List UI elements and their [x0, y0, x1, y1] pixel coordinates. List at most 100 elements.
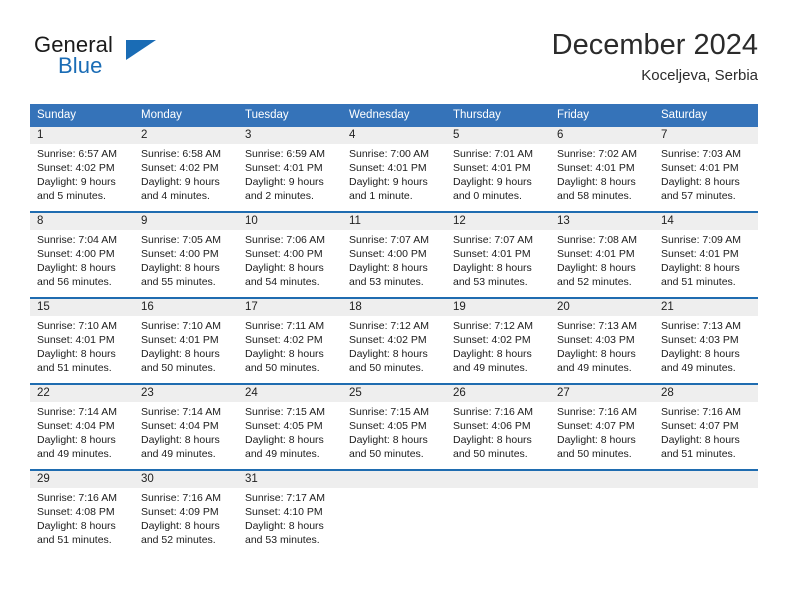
day-cell-empty	[654, 469, 758, 555]
sunrise-text: Sunrise: 7:09 AM	[661, 234, 741, 246]
day-number: 4	[342, 127, 446, 144]
daylight-text-line1: Daylight: 9 hours	[37, 176, 116, 188]
sunrise-text: Sunrise: 7:16 AM	[141, 492, 221, 504]
daylight-text-line2: and 49 minutes.	[453, 362, 528, 374]
day-cell[interactable]: 19 Sunrise: 7:12 AM Sunset: 4:02 PM Dayligh…	[446, 297, 550, 384]
daylight-text-line2: and 58 minutes.	[557, 190, 632, 202]
daylight-text-line1: Daylight: 8 hours	[349, 348, 428, 360]
daylight-text-line1: Daylight: 8 hours	[37, 520, 116, 532]
day-number: 16	[134, 299, 238, 316]
day-cell[interactable]: 12 Sunrise: 7:07 AM Sunset: 4:01 PM Dayligh…	[446, 211, 550, 298]
day-cell[interactable]: 25 Sunrise: 7:15 AM Sunset: 4:05 PM Dayligh…	[342, 383, 446, 470]
day-cell[interactable]: 24 Sunrise: 7:15 AM Sunset: 4:05 PM Dayligh…	[238, 383, 342, 470]
sunrise-text: Sunrise: 7:02 AM	[557, 148, 637, 160]
day-cell[interactable]: 16 Sunrise: 7:10 AM Sunset: 4:01 PM Dayligh…	[134, 297, 238, 384]
sunset-text: Sunset: 4:01 PM	[453, 248, 531, 260]
sunrise-text: Sunrise: 7:14 AM	[37, 406, 117, 418]
day-cell[interactable]: 14 Sunrise: 7:09 AM Sunset: 4:01 PM Dayligh…	[654, 211, 758, 298]
daylight-text-line2: and 5 minutes.	[37, 190, 106, 202]
day-number: 23	[134, 385, 238, 402]
daylight-text-line2: and 49 minutes.	[141, 448, 216, 460]
day-cell[interactable]: 10 Sunrise: 7:06 AM Sunset: 4:00 PM Dayligh…	[238, 211, 342, 298]
day-number: 24	[238, 385, 342, 402]
daylight-text-line2: and 49 minutes.	[557, 362, 632, 374]
day-cell[interactable]: 2 Sunrise: 6:58 AM Sunset: 4:02 PM Daylight…	[134, 127, 238, 212]
day-cell[interactable]: 4 Sunrise: 7:00 AM Sunset: 4:01 PM Daylight…	[342, 127, 446, 212]
day-cell[interactable]: 1 Sunrise: 6:57 AM Sunset: 4:02 PM Daylight…	[30, 127, 134, 212]
daylight-text-line1: Daylight: 8 hours	[349, 434, 428, 446]
daylight-text-line1: Daylight: 8 hours	[245, 262, 324, 274]
sunset-text: Sunset: 4:01 PM	[37, 334, 115, 346]
sunrise-text: Sunrise: 7:16 AM	[557, 406, 637, 418]
calendar-body: 1 Sunrise: 6:57 AM Sunset: 4:02 PM Daylight…	[30, 127, 758, 555]
sunset-text: Sunset: 4:07 PM	[661, 420, 739, 432]
sunset-text: Sunset: 4:03 PM	[557, 334, 635, 346]
sunset-text: Sunset: 4:04 PM	[37, 420, 115, 432]
day-number: 15	[30, 299, 134, 316]
day-cell[interactable]: 23 Sunrise: 7:14 AM Sunset: 4:04 PM Dayligh…	[134, 383, 238, 470]
location-subtitle: Koceljeva, Serbia	[641, 67, 758, 84]
day-number: 18	[342, 299, 446, 316]
day-cell[interactable]: 28 Sunrise: 7:16 AM Sunset: 4:07 PM Dayligh…	[654, 383, 758, 470]
day-cell[interactable]: 31 Sunrise: 7:17 AM Sunset: 4:10 PM Dayligh…	[238, 469, 342, 555]
sunset-text: Sunset: 4:02 PM	[245, 334, 323, 346]
daylight-text-line2: and 51 minutes.	[661, 448, 736, 460]
calendar-week-row: 1 Sunrise: 6:57 AM Sunset: 4:02 PM Daylight…	[30, 127, 758, 212]
day-cell[interactable]: 29 Sunrise: 7:16 AM Sunset: 4:08 PM Dayligh…	[30, 469, 134, 555]
day-cell[interactable]: 20 Sunrise: 7:13 AM Sunset: 4:03 PM Dayligh…	[550, 297, 654, 384]
day-cell-empty	[550, 469, 654, 555]
sunset-text: Sunset: 4:01 PM	[557, 162, 635, 174]
daylight-text-line1: Daylight: 8 hours	[141, 262, 220, 274]
day-cell[interactable]: 27 Sunrise: 7:16 AM Sunset: 4:07 PM Dayligh…	[550, 383, 654, 470]
day-cell-empty	[342, 469, 446, 555]
day-cell[interactable]: 17 Sunrise: 7:11 AM Sunset: 4:02 PM Dayligh…	[238, 297, 342, 384]
sunrise-text: Sunrise: 6:59 AM	[245, 148, 325, 160]
day-cell[interactable]: 7 Sunrise: 7:03 AM Sunset: 4:01 PM Daylight…	[654, 127, 758, 212]
day-number: 27	[550, 385, 654, 402]
sunset-text: Sunset: 4:01 PM	[661, 248, 739, 260]
daylight-text-line1: Daylight: 8 hours	[141, 434, 220, 446]
sunrise-text: Sunrise: 7:11 AM	[245, 320, 325, 332]
day-number	[342, 471, 446, 488]
day-cell[interactable]: 6 Sunrise: 7:02 AM Sunset: 4:01 PM Daylight…	[550, 127, 654, 212]
day-cell[interactable]: 3 Sunrise: 6:59 AM Sunset: 4:01 PM Daylight…	[238, 127, 342, 212]
sunrise-text: Sunrise: 7:13 AM	[661, 320, 741, 332]
day-cell[interactable]: 21 Sunrise: 7:13 AM Sunset: 4:03 PM Dayligh…	[654, 297, 758, 384]
daylight-text-line2: and 49 minutes.	[245, 448, 320, 460]
sunset-text: Sunset: 4:09 PM	[141, 506, 219, 518]
sunset-text: Sunset: 4:02 PM	[141, 162, 219, 174]
sunrise-text: Sunrise: 7:01 AM	[453, 148, 533, 160]
day-number: 14	[654, 213, 758, 230]
daylight-text-line1: Daylight: 8 hours	[661, 262, 740, 274]
page-header: General Blue December 2024 Koceljeva, Se…	[30, 28, 758, 98]
day-number: 9	[134, 213, 238, 230]
daylight-text-line1: Daylight: 8 hours	[661, 348, 740, 360]
day-cell[interactable]: 22 Sunrise: 7:14 AM Sunset: 4:04 PM Dayligh…	[30, 383, 134, 470]
sunrise-text: Sunrise: 7:05 AM	[141, 234, 221, 246]
day-cell[interactable]: 15 Sunrise: 7:10 AM Sunset: 4:01 PM Dayligh…	[30, 297, 134, 384]
daylight-text-line1: Daylight: 8 hours	[349, 262, 428, 274]
day-cell[interactable]: 26 Sunrise: 7:16 AM Sunset: 4:06 PM Dayligh…	[446, 383, 550, 470]
day-cell[interactable]: 18 Sunrise: 7:12 AM Sunset: 4:02 PM Dayligh…	[342, 297, 446, 384]
day-number: 21	[654, 299, 758, 316]
day-number: 30	[134, 471, 238, 488]
day-cell[interactable]: 5 Sunrise: 7:01 AM Sunset: 4:01 PM Daylight…	[446, 127, 550, 212]
weekday-header-saturday: Saturday	[654, 104, 758, 127]
daylight-text-line1: Daylight: 9 hours	[349, 176, 428, 188]
sunset-text: Sunset: 4:00 PM	[37, 248, 115, 260]
day-cell[interactable]: 30 Sunrise: 7:16 AM Sunset: 4:09 PM Dayligh…	[134, 469, 238, 555]
day-cell[interactable]: 11 Sunrise: 7:07 AM Sunset: 4:00 PM Dayligh…	[342, 211, 446, 298]
daylight-text-line2: and 53 minutes.	[349, 276, 424, 288]
day-cell[interactable]: 8 Sunrise: 7:04 AM Sunset: 4:00 PM Daylight…	[30, 211, 134, 298]
daylight-text-line2: and 51 minutes.	[37, 534, 112, 546]
daylight-text-line2: and 49 minutes.	[37, 448, 112, 460]
brand-name-blue: Blue	[58, 53, 103, 78]
sunrise-text: Sunrise: 7:10 AM	[141, 320, 221, 332]
daylight-text-line2: and 51 minutes.	[37, 362, 112, 374]
brand-logo[interactable]: General Blue	[30, 32, 230, 94]
day-cell[interactable]: 9 Sunrise: 7:05 AM Sunset: 4:00 PM Daylight…	[134, 211, 238, 298]
day-cell[interactable]: 13 Sunrise: 7:08 AM Sunset: 4:01 PM Dayligh…	[550, 211, 654, 298]
daylight-text-line2: and 51 minutes.	[661, 276, 736, 288]
daylight-text-line2: and 50 minutes.	[245, 362, 320, 374]
daylight-text-line2: and 49 minutes.	[661, 362, 736, 374]
